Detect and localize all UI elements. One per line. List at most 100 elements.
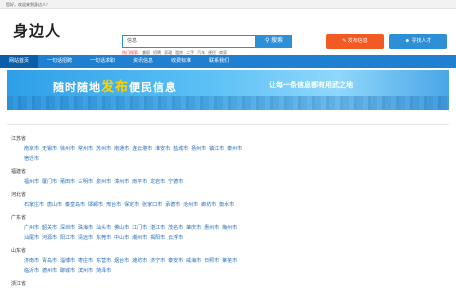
city-link[interactable]: 邯郸市 <box>88 202 103 208</box>
city-link[interactable]: 镇江市 <box>209 146 224 152</box>
city-link[interactable]: 潮州市 <box>132 235 147 241</box>
city-link[interactable]: 常州市 <box>78 146 93 152</box>
nav-item[interactable]: 资讯信息 <box>124 55 162 68</box>
city-link[interactable]: 承德市 <box>165 202 180 208</box>
city-link[interactable]: 汕尾市 <box>24 235 39 241</box>
city-link[interactable]: 济南市 <box>24 258 39 264</box>
city-link[interactable]: 云浮市 <box>168 235 183 241</box>
city-link[interactable]: 泰州市 <box>227 146 242 152</box>
hot-search: 热门搜索: 兼职 招聘 家政 租房 二手 汽车 便民 商家 <box>122 50 230 56</box>
city-link[interactable]: 揭阳市 <box>150 235 165 241</box>
city-link[interactable]: 潍坊市 <box>132 258 147 264</box>
city-list: 宿迁市 <box>7 154 449 164</box>
nav-item[interactable]: 收费标准 <box>162 55 200 68</box>
search-input[interactable]: 信息 <box>122 35 256 48</box>
city-link[interactable]: 沧州市 <box>183 202 198 208</box>
nav-item[interactable]: 一句话求职 <box>81 55 124 68</box>
city-link[interactable]: 邢台市 <box>106 202 121 208</box>
city-link[interactable]: 梅州市 <box>222 225 237 231</box>
city-link[interactable]: 盐城市 <box>173 146 188 152</box>
city-link[interactable]: 临沂市 <box>24 268 39 274</box>
city-link[interactable]: 日照市 <box>204 258 219 264</box>
nav-item[interactable]: 一句话招聘 <box>38 55 81 68</box>
city-link[interactable]: 宿迁市 <box>24 156 39 162</box>
city-link[interactable]: 湛江市 <box>150 225 165 231</box>
hot-search-term[interactable]: 租房 <box>175 50 183 55</box>
city-directory: 江苏省 南京市 无锡市 徐州市 常州市 苏州市 南通市 连云港市 淮安市 盐城市 扬州市 镇江市 泰州市… <box>7 124 449 287</box>
city-link[interactable]: 南平市 <box>132 179 147 185</box>
city-link[interactable]: 莱芜市 <box>222 258 237 264</box>
nav-item[interactable]: 网站首页 <box>0 55 39 68</box>
city-link[interactable]: 菏泽市 <box>96 268 111 274</box>
hot-search-term[interactable]: 招聘 <box>153 50 161 55</box>
city-link[interactable]: 聊城市 <box>60 268 75 274</box>
city-link[interactable]: 泉州市 <box>96 179 111 185</box>
province-heading: 福建省 <box>11 169 27 175</box>
hot-search-term[interactable]: 便民 <box>208 50 216 55</box>
city-link[interactable]: 扬州市 <box>191 146 206 152</box>
city-link[interactable]: 青岛市 <box>42 258 57 264</box>
city-link[interactable]: 保定市 <box>124 202 139 208</box>
hot-search-term[interactable]: 汽车 <box>197 50 205 55</box>
hot-search-term[interactable]: 兼职 <box>142 50 150 55</box>
city-link[interactable]: 连云港市 <box>132 146 152 152</box>
city-link[interactable]: 威海市 <box>186 258 201 264</box>
site-logo[interactable]: 身边人 <box>13 20 61 41</box>
city-list: 南京市 无锡市 徐州市 常州市 苏州市 南通市 连云港市 淮安市 盐城市 扬州市 镇江市 泰州市 <box>7 144 449 154</box>
city-link[interactable]: 石家庄市 <box>24 202 44 208</box>
city-link[interactable]: 茂名市 <box>168 225 183 231</box>
city-link[interactable]: 德州市 <box>42 268 57 274</box>
city-list: 石家庄市 唐山市 秦皇岛市 邯郸市 邢台市 保定市 张家口市 承德市 沧州市 廊坊市 衡水市 <box>7 200 449 210</box>
city-link[interactable]: 河源市 <box>42 235 57 241</box>
city-link[interactable]: 秦皇岛市 <box>65 202 85 208</box>
city-link[interactable]: 无锡市 <box>42 146 57 152</box>
city-link[interactable]: 厦门市 <box>42 179 57 185</box>
city-link[interactable]: 东营市 <box>96 258 111 264</box>
hot-search-term[interactable]: 商家 <box>219 50 227 55</box>
hot-search-term[interactable]: 二手 <box>186 50 194 55</box>
city-link[interactable]: 三明市 <box>78 179 93 185</box>
find-talent-button[interactable]: ☻ 寻找人才 <box>389 34 447 49</box>
hot-search-term[interactable]: 家政 <box>164 50 172 55</box>
city-link[interactable]: 漳州市 <box>114 179 129 185</box>
city-link[interactable]: 淮安市 <box>155 146 170 152</box>
city-link[interactable]: 徐州市 <box>60 146 75 152</box>
city-link[interactable]: 肇庆市 <box>186 225 201 231</box>
city-link[interactable]: 清远市 <box>78 235 93 241</box>
city-link[interactable]: 滨州市 <box>78 268 93 274</box>
banner-subtitle: 让每一条信息都有用武之地 <box>269 82 353 89</box>
city-link[interactable]: 莆田市 <box>60 179 75 185</box>
post-info-button[interactable]: ✎ 发布信息 <box>326 34 384 49</box>
city-link[interactable]: 汕头市 <box>96 225 111 231</box>
nav-item[interactable]: 联系我们 <box>200 55 238 68</box>
city-link[interactable]: 宁德市 <box>168 179 183 185</box>
city-link[interactable]: 廊坊市 <box>201 202 216 208</box>
city-link[interactable]: 张家口市 <box>142 202 162 208</box>
city-link[interactable]: 佛山市 <box>114 225 129 231</box>
city-link[interactable]: 韶关市 <box>42 225 57 231</box>
edit-icon: ✎ <box>342 38 347 44</box>
city-link[interactable]: 阳江市 <box>60 235 75 241</box>
city-link[interactable]: 广州市 <box>24 225 39 231</box>
city-link[interactable]: 烟台市 <box>114 258 129 264</box>
city-link[interactable]: 枣庄市 <box>78 258 93 264</box>
city-link[interactable]: 泰安市 <box>168 258 183 264</box>
city-link[interactable]: 苏州市 <box>96 146 111 152</box>
city-link[interactable]: 惠州市 <box>204 225 219 231</box>
city-link[interactable]: 衡水市 <box>219 202 234 208</box>
city-link[interactable]: 唐山市 <box>47 202 62 208</box>
city-link[interactable]: 济宁市 <box>150 258 165 264</box>
city-link[interactable]: 东莞市 <box>96 235 111 241</box>
city-link[interactable]: 南通市 <box>114 146 129 152</box>
city-link[interactable]: 深圳市 <box>60 225 75 231</box>
search-button[interactable]: ⚲ 搜索 <box>256 35 292 48</box>
city-link[interactable]: 江门市 <box>132 225 147 231</box>
city-link[interactable]: 南京市 <box>24 146 39 152</box>
banner[interactable]: 随时随地发布便民信息 让每一条信息都有用武之地 <box>7 70 449 110</box>
city-link[interactable]: 淄博市 <box>60 258 75 264</box>
city-link[interactable]: 福州市 <box>24 179 39 185</box>
city-link[interactable]: 中山市 <box>114 235 129 241</box>
city-link[interactable]: 珠海市 <box>78 225 93 231</box>
search-button-label: 搜索 <box>271 38 284 44</box>
city-link[interactable]: 龙岩市 <box>150 179 165 185</box>
